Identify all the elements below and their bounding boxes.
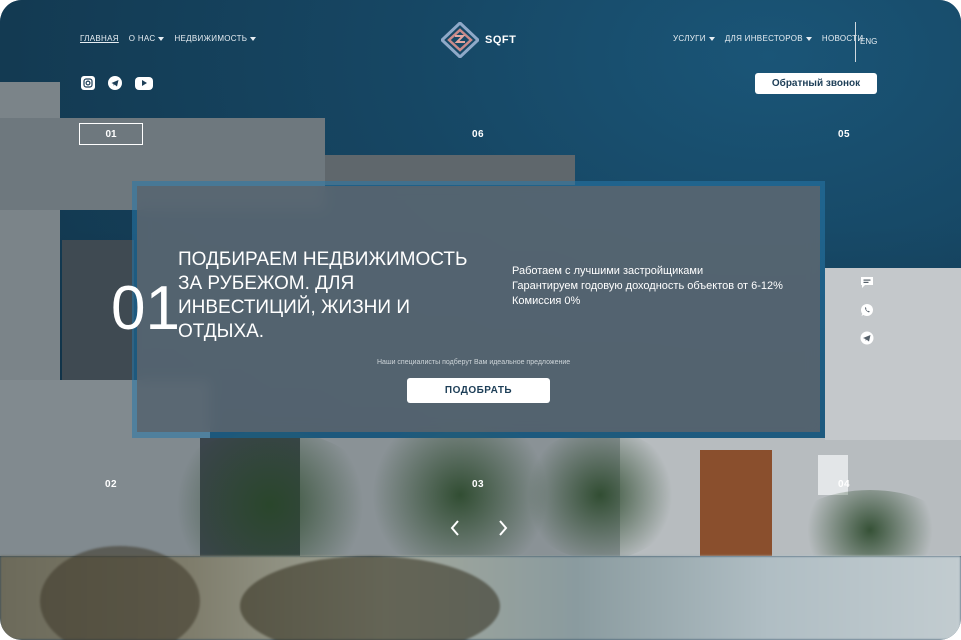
nav-label: НОВОСТИ	[821, 34, 864, 43]
chevron-down-icon	[805, 36, 812, 41]
blurred-foliage	[40, 546, 200, 640]
hero-slide-number: 01	[111, 274, 180, 343]
pick-property-button[interactable]: ПОДОБРАТЬ	[407, 378, 550, 403]
youtube-icon[interactable]	[135, 76, 153, 90]
chat-icon[interactable]	[860, 275, 874, 289]
chevron-down-icon	[708, 36, 715, 41]
nav-item-investors[interactable]: ДЛЯ ИНВЕСТОРОВ	[725, 34, 812, 43]
site-logo[interactable]: SQFT	[441, 22, 516, 58]
chevron-left-icon[interactable]	[448, 519, 462, 537]
chevron-down-icon	[250, 36, 257, 41]
slide-nav-item[interactable]: 06	[472, 129, 484, 140]
nav-item-services[interactable]: УСЛУГИ	[673, 34, 715, 43]
benefit-item: Гарантируем годовую доходность объектов …	[512, 280, 783, 292]
hero-hint-text: Наши специалисты подберут Вам идеальное …	[377, 359, 571, 366]
main-nav-right: УСЛУГИ ДЛЯ ИНВЕСТОРОВ НОВОСТИ	[673, 34, 863, 43]
blurred-foliage	[240, 556, 500, 640]
building-right-upper	[825, 268, 961, 440]
floating-contact-icons	[860, 275, 874, 345]
social-links	[81, 76, 153, 90]
nav-item-home[interactable]: ГЛАВНАЯ	[80, 34, 119, 43]
language-switch[interactable]: ENG	[860, 37, 877, 46]
nav-label: О НАС	[128, 34, 156, 43]
slide-nav-item[interactable]: 04	[838, 479, 850, 490]
hero-benefits: Работаем с лучшими застройщиками Гаранти…	[512, 264, 802, 309]
nav-label: ДЛЯ ИНВЕСТОРОВ	[724, 34, 803, 43]
page-frame: ГЛАВНАЯ О НАС НЕДВИЖИМОСТЬ SQFT УСЛУГИ Д…	[0, 0, 961, 640]
wooden-door	[700, 450, 772, 556]
chevron-right-icon[interactable]	[496, 519, 510, 537]
slide-nav-item[interactable]: 03	[472, 479, 484, 490]
hero-headline: ПОДБИРАЕМ НЕДВИЖИМОСТЬ ЗА РУБЕЖОМ. ДЛЯ И…	[178, 249, 468, 342]
nav-label: УСЛУГИ	[673, 34, 706, 43]
nav-label: ГЛАВНАЯ	[80, 34, 119, 43]
slide-nav-item[interactable]: 05	[838, 129, 850, 140]
nav-label: НЕДВИЖИМОСТЬ	[174, 34, 248, 43]
telegram-icon[interactable]	[108, 76, 122, 90]
nav-item-news[interactable]: НОВОСТИ	[822, 34, 864, 43]
logo-text: SQFT	[485, 34, 517, 46]
callback-button[interactable]: Обратный звонок	[755, 73, 877, 94]
sqft-logo-icon	[441, 22, 479, 58]
slide-nav-active[interactable]: 01	[79, 123, 143, 145]
benefit-item: Работаем с лучшими застройщиками	[512, 265, 704, 277]
palm-tree	[520, 430, 680, 560]
slide-nav-item[interactable]: 02	[105, 479, 117, 490]
chevron-down-icon	[158, 36, 165, 41]
whatsapp-icon[interactable]	[860, 303, 874, 317]
nav-item-about[interactable]: О НАС	[129, 34, 165, 43]
benefit-item: Комиссия 0%	[512, 295, 581, 307]
instagram-icon[interactable]	[81, 76, 95, 90]
next-section-preview	[0, 546, 961, 640]
nav-item-realty[interactable]: НЕДВИЖИМОСТЬ	[174, 34, 257, 43]
lang-divider	[855, 22, 856, 62]
main-nav-left: ГЛАВНАЯ О НАС НЕДВИЖИМОСТЬ	[80, 34, 257, 43]
slider-arrows	[448, 519, 510, 537]
telegram-icon[interactable]	[860, 331, 874, 345]
